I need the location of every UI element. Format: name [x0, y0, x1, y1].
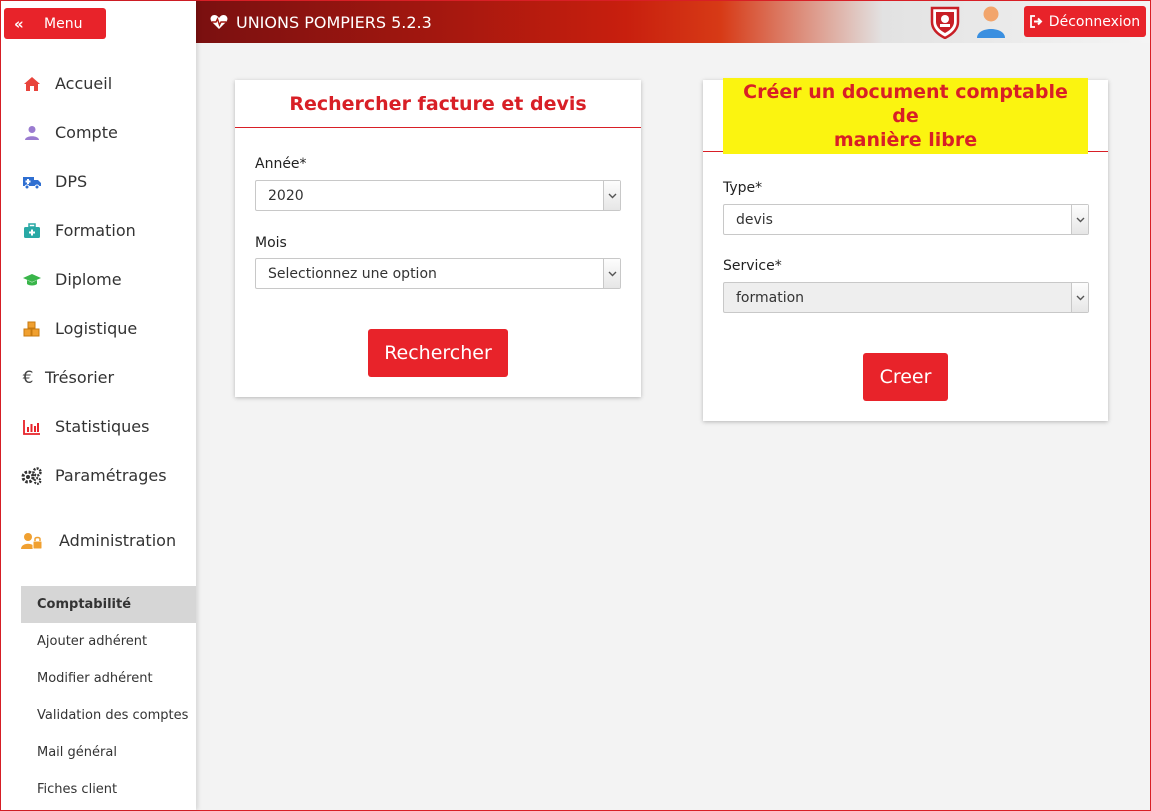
subnav-item-ajouter-adherent[interactable]: Ajouter adhérent: [21, 623, 196, 660]
month-label: Mois: [255, 235, 287, 251]
create-card-title: Créer un document comptable de manière li…: [703, 77, 1108, 154]
users-admin-icon: [21, 532, 43, 550]
service-label: Service*: [723, 258, 782, 274]
sidebar-item-logistique[interactable]: Logistique: [1, 304, 196, 353]
sidebar-item-label: Accueil: [55, 74, 113, 93]
sidebar-item-tresorier[interactable]: € Trésorier: [1, 353, 196, 402]
sidebar-item-diplome[interactable]: Diplome: [1, 255, 196, 304]
euro-icon: €: [22, 367, 34, 388]
subnav-item-modifier-adherent[interactable]: Modifier adhérent: [21, 660, 196, 697]
chevron-down-icon: [603, 181, 620, 210]
type-select-value: devis: [736, 211, 773, 228]
service-select[interactable]: formation: [723, 282, 1089, 313]
menu-label: Menu: [44, 15, 83, 32]
sidebar-item-label: Diplome: [55, 270, 122, 289]
app-brand[interactable]: UNIONS POMPIERS 5.2.3: [210, 1, 432, 43]
cubes-icon: [21, 321, 43, 337]
sidebar-item-compte[interactable]: Compte: [1, 108, 196, 157]
chevron-down-icon: [1071, 205, 1088, 234]
type-label: Type*: [723, 180, 763, 196]
app-title: UNIONS POMPIERS 5.2.3: [236, 12, 432, 32]
create-document-card: Créer un document comptable de manière li…: [703, 77, 1108, 421]
top-bar: UNIONS POMPIERS 5.2.3 Déconnexion: [196, 1, 1150, 43]
sidebar-item-label: Administration: [59, 531, 177, 550]
home-icon: [21, 76, 43, 92]
sidebar-item-label: Trésorier: [45, 368, 115, 387]
sign-out-icon: [1029, 15, 1044, 28]
search-button[interactable]: Rechercher: [368, 329, 508, 377]
service-select-value: formation: [736, 289, 805, 306]
year-label: Année*: [255, 156, 307, 172]
search-card-title: Rechercher facture et devis: [235, 80, 641, 128]
year-select-value: 2020: [268, 187, 304, 204]
year-select[interactable]: 2020: [255, 180, 621, 211]
subnav-item-comptabilite[interactable]: Comptabilité: [21, 586, 196, 623]
double-chevron-left-icon: «: [14, 14, 24, 33]
sidebar-item-parametrages[interactable]: Paramétrages: [1, 451, 196, 500]
search-invoice-card: Rechercher facture et devis Année* 2020 …: [235, 80, 641, 397]
administration-subnav: Comptabilité Ajouter adhérent Modifier a…: [21, 586, 196, 808]
create-card-title-line1: Créer un document comptable de: [743, 80, 1068, 127]
bar-chart-icon: [21, 419, 43, 435]
sidebar-item-dps[interactable]: DPS: [1, 157, 196, 206]
sidebar-item-label: Logistique: [55, 319, 138, 338]
chevron-down-icon: [603, 259, 620, 288]
medkit-icon: [21, 222, 43, 239]
subnav-item-validation-comptes[interactable]: Validation des comptes: [21, 697, 196, 734]
menu-toggle-button[interactable]: « Menu: [4, 8, 106, 39]
union-shield-logo-icon[interactable]: [930, 5, 960, 43]
type-select[interactable]: devis: [723, 204, 1089, 235]
heartbeat-icon: [210, 14, 228, 30]
sidebar-item-label: Compte: [55, 123, 118, 142]
ambulance-icon: [21, 174, 43, 190]
sidebar-item-statistiques[interactable]: Statistiques: [1, 402, 196, 451]
graduation-cap-icon: [21, 273, 43, 287]
chevron-down-icon: [1071, 283, 1088, 312]
sidebar: « Menu Accueil Compte DPS Formation Dipl…: [1, 1, 196, 810]
subnav-item-fiches-client[interactable]: Fiches client: [21, 771, 196, 808]
month-select[interactable]: Selectionnez une option: [255, 258, 621, 289]
subnav-item-mail-general[interactable]: Mail général: [21, 734, 196, 771]
user-icon: [21, 125, 43, 141]
logout-label: Déconnexion: [1048, 13, 1141, 30]
create-card-title-line2: manière libre: [833, 128, 978, 151]
sidebar-item-label: DPS: [55, 172, 88, 191]
main-nav: Accueil Compte DPS Formation Diplome Log…: [1, 59, 196, 565]
sidebar-item-label: Formation: [55, 221, 136, 240]
create-button[interactable]: Creer: [863, 353, 948, 401]
month-select-value: Selectionnez une option: [268, 265, 437, 282]
highlighted-title: Créer un document comptable de manière li…: [723, 77, 1088, 154]
sidebar-item-administration[interactable]: Administration: [1, 516, 196, 565]
gears-icon: [21, 466, 43, 485]
sidebar-item-formation[interactable]: Formation: [1, 206, 196, 255]
sidebar-item-label: Paramétrages: [55, 466, 167, 485]
user-avatar-icon[interactable]: [976, 5, 1006, 43]
logout-button[interactable]: Déconnexion: [1024, 6, 1146, 37]
sidebar-item-label: Statistiques: [55, 417, 150, 436]
sidebar-item-accueil[interactable]: Accueil: [1, 59, 196, 108]
